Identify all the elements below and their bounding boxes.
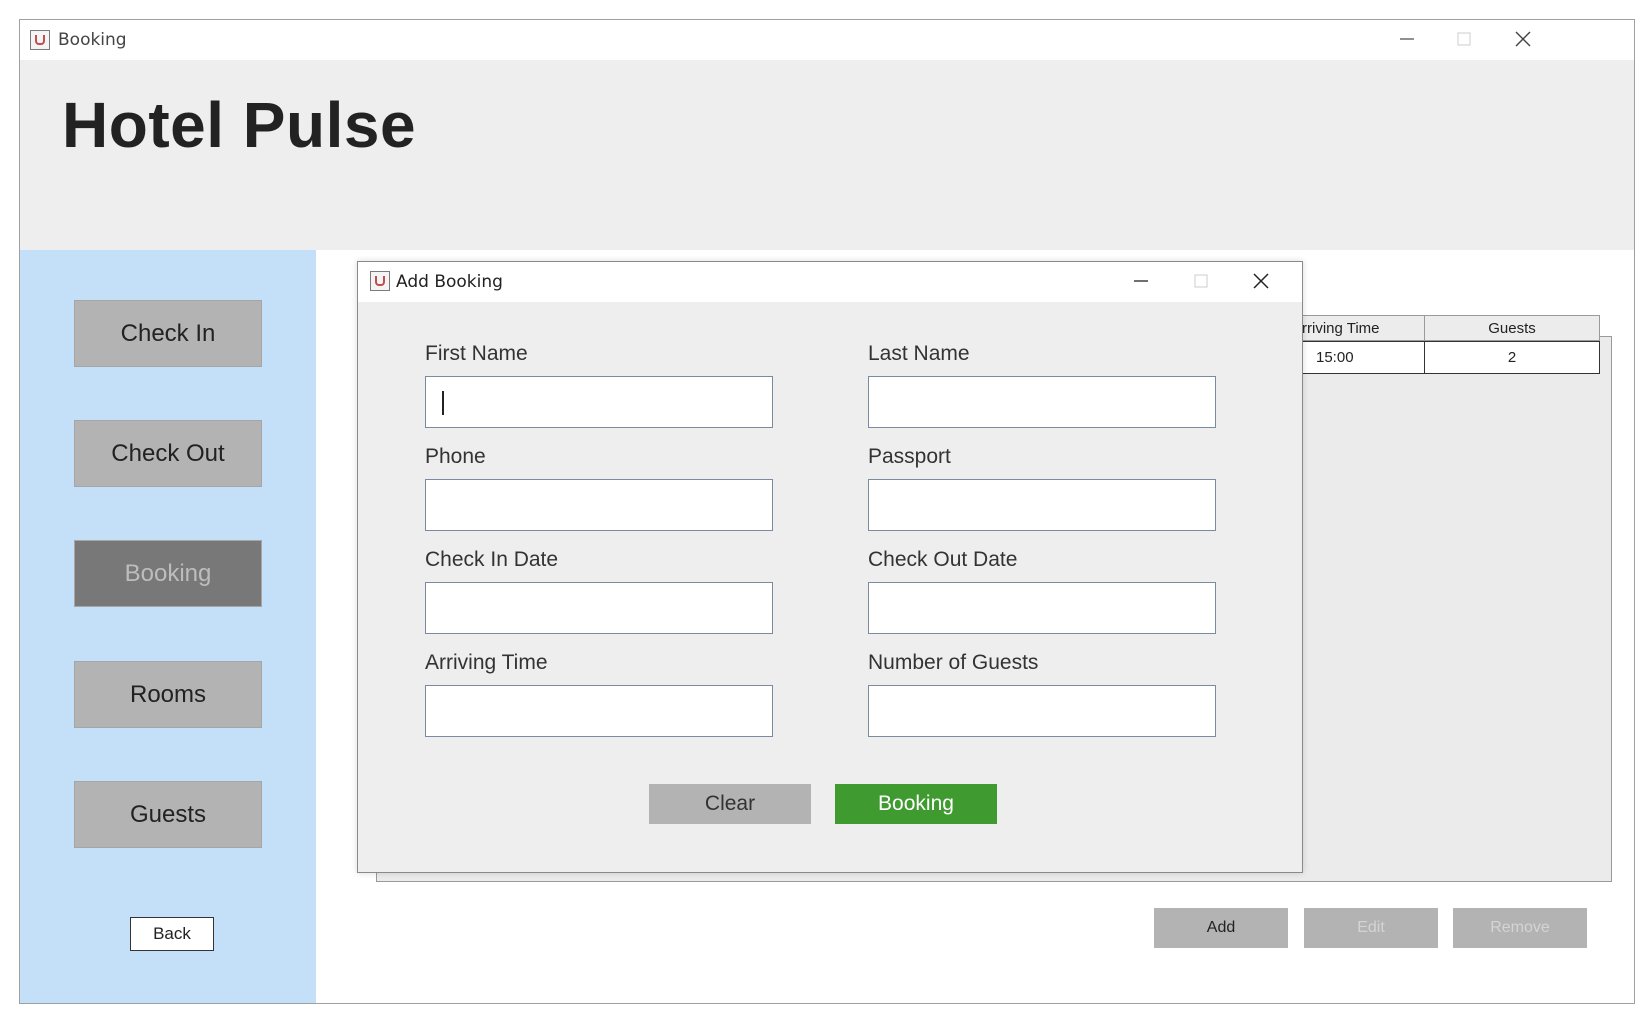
nav-check-in-button[interactable]: Check In	[74, 300, 262, 367]
last-name-label: Last Name	[868, 342, 970, 365]
phone-label: Phone	[425, 445, 486, 468]
dialog-maximize-button[interactable]	[1178, 266, 1224, 296]
minimize-icon	[1134, 280, 1148, 282]
back-button[interactable]: Back	[130, 917, 214, 951]
maximize-button[interactable]	[1441, 24, 1487, 54]
check-in-date-label: Check In Date	[425, 548, 559, 571]
dialog-titlebar: Add Booking	[358, 262, 1302, 302]
passport-label: Passport	[868, 445, 951, 468]
table-cell-guests[interactable]: 2	[1424, 341, 1600, 374]
check-out-date-label: Check Out Date	[868, 548, 1018, 571]
nav-check-out-button[interactable]: Check Out	[74, 420, 262, 487]
java-app-icon	[30, 30, 50, 50]
column-header-guests[interactable]: Guests	[1424, 315, 1600, 341]
maximize-icon	[1194, 274, 1208, 288]
nav-rooms-button[interactable]: Rooms	[74, 661, 262, 728]
booking-submit-button[interactable]: Booking	[835, 784, 997, 824]
window-titlebar: Booking	[20, 20, 1634, 60]
first-name-label: First Name	[425, 342, 528, 365]
dialog-minimize-button[interactable]	[1118, 266, 1164, 296]
app-title: Hotel Pulse	[62, 89, 417, 161]
passport-input[interactable]	[868, 479, 1216, 531]
close-icon	[1515, 31, 1531, 47]
nav-guests-button[interactable]: Guests	[74, 781, 262, 848]
java-app-icon	[370, 271, 390, 291]
add-booking-dialog: Add Booking First Name Last Name Phone P…	[357, 261, 1303, 873]
add-button[interactable]: Add	[1154, 908, 1288, 948]
nav-booking-button[interactable]: Booking	[74, 540, 262, 607]
clear-button[interactable]: Clear	[649, 784, 811, 824]
minimize-icon	[1400, 38, 1414, 40]
text-caret	[442, 391, 444, 415]
phone-input[interactable]	[425, 479, 773, 531]
remove-button[interactable]: Remove	[1453, 908, 1587, 948]
dialog-close-button[interactable]	[1238, 266, 1284, 296]
number-of-guests-input[interactable]	[868, 685, 1216, 737]
edit-button[interactable]: Edit	[1304, 908, 1438, 948]
maximize-icon	[1457, 32, 1471, 46]
check-out-date-input[interactable]	[868, 582, 1216, 634]
number-of-guests-label: Number of Guests	[868, 651, 1039, 674]
arriving-time-input[interactable]	[425, 685, 773, 737]
close-icon	[1253, 273, 1269, 289]
first-name-input[interactable]	[425, 376, 773, 428]
last-name-input[interactable]	[868, 376, 1216, 428]
dialog-title: Add Booking	[396, 272, 503, 292]
check-in-date-input[interactable]	[425, 582, 773, 634]
close-button[interactable]	[1500, 24, 1546, 54]
window-title: Booking	[58, 30, 127, 50]
minimize-button[interactable]	[1384, 24, 1430, 54]
arriving-time-label: Arriving Time	[425, 651, 548, 674]
